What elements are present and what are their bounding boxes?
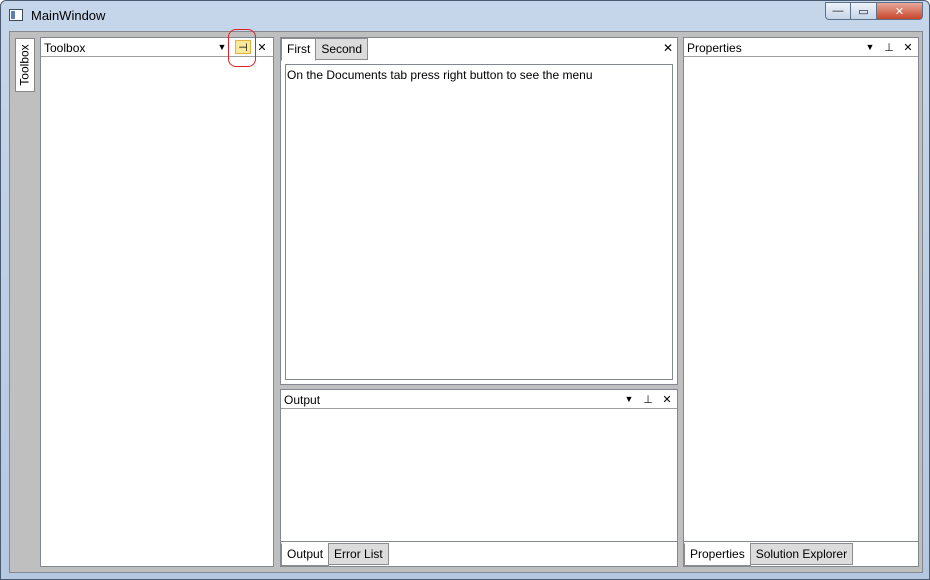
toolbox-title: Toolbox xyxy=(44,41,86,55)
tab-solution-explorer[interactable]: Solution Explorer xyxy=(749,543,854,565)
maximize-button[interactable]: ▭ xyxy=(851,2,877,20)
window-title: MainWindow xyxy=(31,8,106,23)
output-tabs: Output Error List xyxy=(281,543,389,566)
document-tabs: First Second xyxy=(281,38,369,61)
properties-header: Properties ▼ ⊥ ✕ xyxy=(684,38,918,57)
dock-area: Toolbox Toolbox ▼ ⊣ ✕ First Second ✕ On … xyxy=(9,29,923,573)
toolbox-side-tab[interactable]: Toolbox xyxy=(15,38,35,92)
output-title: Output xyxy=(284,393,321,407)
close-icon[interactable]: ✕ xyxy=(900,40,916,54)
output-body xyxy=(281,410,677,542)
tab-first[interactable]: First xyxy=(281,38,317,61)
toolbox-pane: Toolbox ▼ ⊣ ✕ xyxy=(40,37,274,567)
properties-body xyxy=(684,58,918,542)
chevron-down-icon[interactable]: ▼ xyxy=(621,392,637,406)
toolbox-side-tab-label: Toolbox xyxy=(18,44,32,86)
app-icon[interactable] xyxy=(9,9,23,21)
close-icon[interactable]: ✕ xyxy=(254,40,270,54)
output-header: Output ▼ ⊥ ✕ xyxy=(281,390,677,409)
annotation-circle xyxy=(228,29,256,67)
properties-title: Properties xyxy=(687,41,742,55)
document-content[interactable]: On the Documents tab press right button … xyxy=(285,64,673,380)
minimize-button[interactable]: — xyxy=(825,2,851,20)
toolbox-body xyxy=(41,58,273,566)
close-button[interactable]: ✕ xyxy=(877,2,923,20)
tab-output[interactable]: Output xyxy=(281,543,330,566)
tab-second[interactable]: Second xyxy=(315,38,369,60)
document-text: On the Documents tab press right button … xyxy=(287,68,593,82)
documents-pane: First Second ✕ On the Documents tab pres… xyxy=(280,37,678,385)
close-icon[interactable]: ✕ xyxy=(659,392,675,406)
properties-tabs: Properties Solution Explorer xyxy=(684,543,854,566)
main-window: MainWindow — ▭ ✕ Toolbox Toolbox ▼ ⊣ ✕ F… xyxy=(0,0,930,580)
pin-icon[interactable]: ⊥ xyxy=(881,40,897,54)
title-bar[interactable]: MainWindow — ▭ ✕ xyxy=(1,1,929,31)
tab-properties[interactable]: Properties xyxy=(684,543,751,566)
properties-pane: Properties ▼ ⊥ ✕ Properties Solution Exp… xyxy=(683,37,919,567)
output-pane: Output ▼ ⊥ ✕ Output Error List xyxy=(280,389,678,567)
pin-icon[interactable]: ⊥ xyxy=(640,392,656,406)
close-icon[interactable]: ✕ xyxy=(663,41,673,55)
tab-error-list[interactable]: Error List xyxy=(328,543,389,565)
caption-buttons: — ▭ ✕ xyxy=(825,2,923,20)
chevron-down-icon[interactable]: ▼ xyxy=(862,40,878,54)
